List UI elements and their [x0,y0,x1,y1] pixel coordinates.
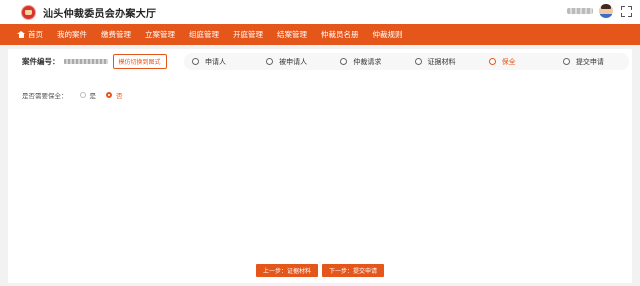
step-applicant[interactable]: 申请人 [184,57,258,67]
footer-actions: 上一步：证据材料 下一步：提交申请 [8,264,632,277]
case-bar: 案件编号： 模仿切换到图式 申请人 被申请人 仲裁请求 证据材料 保全 提交申请 [8,49,632,74]
step-label: 保全 [501,58,516,66]
radio-label-no: 否 [116,93,123,100]
step-dot-icon [562,58,570,65]
nav-item-rules[interactable]: 仲裁规则 [366,24,410,45]
nav-item-closing[interactable]: 结案管理 [270,24,314,45]
case-number-redacted [63,59,108,64]
radio-checked-icon[interactable] [106,92,112,98]
step-dot-icon [340,58,348,65]
preservation-question-label: 是否需要保全： [22,93,68,100]
step-preservation[interactable]: 保全 [481,57,555,67]
nav-item-home[interactable]: 首页 [17,24,50,45]
nav-item-filing[interactable]: 立案管理 [138,24,182,45]
next-step-button[interactable]: 下一步：提交申请 [322,264,385,277]
fullscreen-icon[interactable] [621,5,632,17]
case-number-label: 案件编号： [22,57,60,66]
step-label: 提交申请 [575,58,604,66]
step-label: 仲裁请求 [353,58,382,66]
user-name-redacted[interactable] [567,8,593,14]
nav-item-tribunal[interactable]: 组庭管理 [182,24,226,45]
header-user-area [567,4,632,18]
nav-item-arbitrators[interactable]: 仲裁员名册 [314,24,366,45]
app-title: 汕头仲裁委员会办案大厅 [43,8,157,20]
radio-option-yes[interactable]: 是 [79,90,97,100]
step-dot-icon [266,58,274,65]
emblem-logo-icon [21,4,36,20]
step-submit[interactable]: 提交申请 [555,57,629,67]
switch-mode-button[interactable]: 模仿切换到图式 [112,54,167,69]
step-label: 被申请人 [279,58,308,66]
step-respondent[interactable]: 被申请人 [258,57,332,67]
prev-step-button[interactable]: 上一步：证据材料 [255,264,318,277]
step-evidence[interactable]: 证据材料 [407,57,481,67]
radio-unchecked-icon[interactable] [79,92,86,98]
step-dot-icon [488,58,496,65]
app-header: 汕头仲裁委员会办案大厅 [0,0,640,24]
nav-item-label: 首页 [28,30,43,39]
step-dot-icon [414,58,422,65]
user-avatar-icon[interactable] [599,4,613,18]
step-label: 申请人 [205,58,226,66]
preservation-question-row: 是否需要保全： 是 否 [22,90,133,100]
home-icon [17,31,25,38]
main-nav: 首页 我的案件 缴费管理 立案管理 组庭管理 开庭管理 结案管理 仲裁员名册 仲… [0,24,640,45]
content-card: 案件编号： 模仿切换到图式 申请人 被申请人 仲裁请求 证据材料 保全 提交申请… [8,49,632,283]
step-progress: 申请人 被申请人 仲裁请求 证据材料 保全 提交申请 [184,53,629,70]
step-dot-icon [192,58,199,65]
step-label: 证据材料 [427,58,456,66]
nav-item-hearing[interactable]: 开庭管理 [226,24,270,45]
nav-item-my-cases[interactable]: 我的案件 [50,24,94,45]
radio-option-no[interactable]: 否 [106,90,123,100]
radio-label-yes: 是 [89,93,97,100]
nav-item-payment[interactable]: 缴费管理 [94,24,138,45]
step-claims[interactable]: 仲裁请求 [332,57,406,67]
